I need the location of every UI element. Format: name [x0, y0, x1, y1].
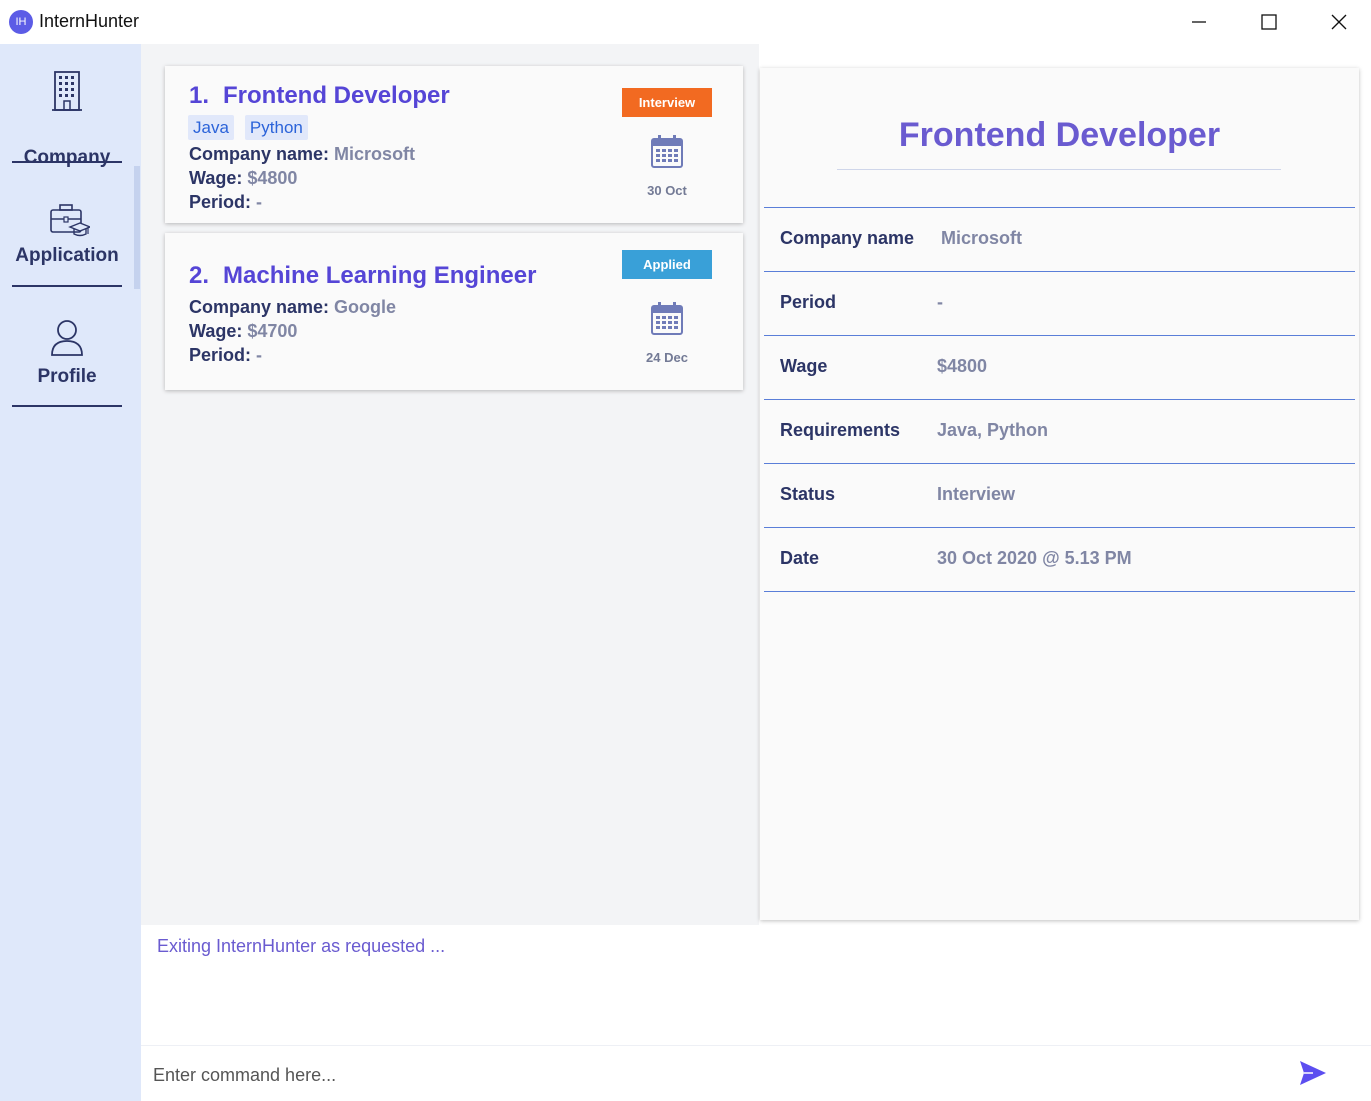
- period-value: -: [256, 192, 263, 212]
- detail-row: Date 30 Oct 2020 @ 5.13 PM: [764, 528, 1355, 592]
- window-title: InternHunter: [39, 11, 140, 31]
- wage-label: Wage:: [189, 321, 243, 341]
- briefcase-graduation-icon: [50, 204, 90, 237]
- detail-value: $4800: [937, 356, 988, 376]
- sidebar-item-profile[interactable]: Profile: [12, 314, 122, 407]
- application-list: 1. Frontend Developer Java Python Company…: [141, 44, 759, 925]
- send-button[interactable]: [1299, 1060, 1331, 1088]
- period-field: Period: -: [189, 345, 262, 366]
- sidebar: Company Application Profile: [0, 44, 141, 1101]
- user-icon: [51, 320, 83, 356]
- detail-key: Wage: [780, 356, 828, 376]
- company-field: Company name: Google: [189, 297, 396, 318]
- period-label: Period:: [189, 345, 252, 365]
- sidebar-item-label: Company: [23, 147, 111, 168]
- detail-value: Microsoft: [941, 228, 1022, 248]
- application-title: 1. Frontend Developer: [189, 82, 450, 110]
- close-button[interactable]: [1304, 0, 1371, 44]
- tag: Python: [244, 115, 308, 140]
- title-bar: IH InternHunter: [0, 0, 1371, 44]
- detail-title: Frontend Developer: [898, 116, 1221, 154]
- calendar-icon: [651, 302, 683, 335]
- command-input[interactable]: [153, 1060, 1283, 1090]
- company-value: Microsoft: [334, 144, 416, 164]
- detail-title-divider: [837, 169, 1281, 170]
- application-title-text: Machine Learning Engineer: [223, 262, 537, 289]
- status-badge: Interview: [622, 88, 712, 117]
- detail-row: Period -: [764, 272, 1355, 336]
- company-label: Company name:: [189, 144, 330, 164]
- application-index: 1.: [189, 82, 210, 109]
- maximize-icon: [1261, 14, 1277, 30]
- detail-key: Date: [780, 548, 820, 568]
- building-icon: [52, 71, 82, 111]
- detail-panel: Frontend Developer Company name Microsof…: [760, 68, 1359, 920]
- command-box: [141, 1045, 1371, 1101]
- sidebar-item-label: Profile: [37, 366, 97, 387]
- wage-field: Wage: $4800: [189, 168, 297, 189]
- application-date: 24 Dec: [646, 350, 688, 365]
- minimize-icon: [1192, 21, 1206, 23]
- detail-value: Java, Python: [937, 420, 1049, 440]
- result-display: Exiting InternHunter as requested ...: [141, 925, 1371, 1045]
- detail-key: Company name: [780, 228, 915, 248]
- status-badge: Applied: [622, 250, 712, 279]
- wage-label: Wage:: [189, 168, 243, 188]
- detail-value: 30 Oct 2020 @ 5.13 PM: [937, 548, 1132, 568]
- send-icon: [1300, 1061, 1326, 1085]
- company-label: Company name:: [189, 297, 330, 317]
- application-title: 2. Machine Learning Engineer: [189, 262, 536, 290]
- tag-list: Java Python: [188, 115, 308, 140]
- company-field: Company name: Microsoft: [189, 144, 415, 165]
- application-index: 2.: [189, 262, 210, 289]
- detail-row: Wage $4800: [764, 336, 1355, 400]
- sidebar-item-company[interactable]: Company: [12, 68, 122, 168]
- calendar-icon: [651, 135, 683, 168]
- detail-key: Status: [780, 484, 836, 504]
- tag: Java: [188, 115, 234, 140]
- maximize-button[interactable]: [1234, 0, 1304, 44]
- detail-row: Status Interview: [764, 464, 1355, 528]
- detail-key: Requirements: [780, 420, 901, 440]
- wage-value: $4800: [247, 168, 298, 188]
- detail-row: Requirements Java, Python: [764, 400, 1355, 464]
- period-field: Period: -: [189, 192, 262, 213]
- sidebar-scrollbar[interactable]: [134, 166, 140, 289]
- period-value: -: [256, 345, 263, 365]
- wage-value: $4700: [247, 321, 298, 341]
- close-icon: [1331, 14, 1347, 30]
- detail-row: Company name Microsoft: [764, 208, 1355, 272]
- period-label: Period:: [189, 192, 252, 212]
- sidebar-item-label: Application: [15, 245, 119, 266]
- application-date: 30 Oct: [647, 183, 687, 198]
- application-card[interactable]: 2. Machine Learning Engineer Company name…: [165, 233, 743, 390]
- wage-field: Wage: $4700: [189, 321, 297, 342]
- app-logo-icon: IH: [9, 10, 33, 34]
- company-value: Google: [334, 297, 397, 317]
- detail-key: Period: [780, 292, 837, 312]
- minimize-button[interactable]: [1164, 0, 1234, 44]
- application-title-text: Frontend Developer: [223, 82, 450, 109]
- detail-value: -: [937, 292, 943, 312]
- result-message: Exiting InternHunter as requested ...: [157, 936, 446, 956]
- sidebar-item-application[interactable]: Application: [12, 194, 122, 287]
- application-card[interactable]: 1. Frontend Developer Java Python Company…: [165, 66, 743, 223]
- detail-table: Company name Microsoft Period - Wage $48…: [764, 207, 1355, 592]
- detail-value: Interview: [937, 484, 1016, 504]
